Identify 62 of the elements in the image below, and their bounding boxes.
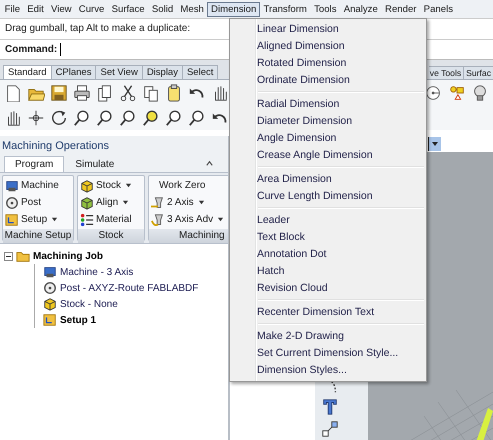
menu-item[interactable]: Solid [148,2,177,16]
menu-item[interactable]: Dimension [207,2,260,16]
menu-item[interactable]: Leader [230,212,426,229]
command-field[interactable]: Command: [0,40,227,59]
menu-item[interactable]: Linear Dimension [230,21,426,38]
toolbar-tab[interactable]: Select [182,65,218,79]
group-label: Machine Setup [3,229,73,243]
tree-item[interactable]: Post - AXYZ-Route FABLABDF [60,282,198,294]
ribbon-button[interactable]: Post [5,194,71,211]
tree-item[interactable]: Stock - None [60,298,118,310]
group-label: Stock [78,229,144,243]
menu-item[interactable]: Tools [310,2,340,16]
ribbon-button[interactable]: Machine [5,177,71,194]
tree-item[interactable]: Machine - 3 Axis [60,266,134,278]
menu-item[interactable]: Angle Dimension [230,130,426,147]
menu-item[interactable]: Hatch [230,263,426,280]
menu-item[interactable]: Set Current Dimension Style... [230,345,426,362]
toolbar-tab[interactable]: Surfac [463,66,493,79]
ribbon-button[interactable]: Align [80,194,142,211]
ribbon-button[interactable]: Setup [5,211,71,228]
menu-item[interactable]: Panels [420,2,457,16]
menu-item[interactable]: Annotation Dot [230,246,426,263]
menu-item[interactable]: Recenter Dimension Text [230,304,426,321]
panel-tab[interactable]: Simulate [64,156,126,172]
menu-item[interactable]: Aligned Dimension [230,38,426,55]
menu-item[interactable]: Curve Length Dimension [230,188,426,205]
panel-title: Machining Operations [1,139,110,154]
toolbar-tab[interactable]: Set View [95,65,143,79]
ribbon-button[interactable]: 3 Axis Adv [151,211,228,228]
menu-item[interactable]: File [1,2,24,16]
ribbon-button[interactable]: Work Zero [151,177,228,194]
menu-item[interactable]: Dimension Styles... [230,362,426,379]
panel-tab[interactable]: Program [4,156,64,172]
toolbar-tab[interactable]: Standard [3,65,52,79]
menu-item[interactable]: Transform [260,2,310,16]
menu-item[interactable]: Make 2-D Drawing [230,328,426,345]
command-prompt: Command: [5,44,58,55]
toolbar-tab[interactable]: Display [142,65,183,79]
menu-item[interactable]: Revision Cloud [230,280,426,297]
menu-item[interactable]: Render [381,2,420,16]
menu-item[interactable]: Edit [24,2,48,16]
menu-item[interactable]: Curve [75,2,108,16]
menu-item[interactable]: Crease Angle Dimension [230,147,426,164]
menu-item[interactable]: Mesh [176,2,208,16]
menu-item[interactable]: Radial Dimension [230,96,426,113]
menu-item[interactable]: Analyze [340,2,382,16]
menu-item[interactable]: Text Block [230,229,426,246]
tree-item[interactable]: Machining Job [33,250,103,262]
command-history: Drag gumball, tap Alt to make a duplicate: [5,23,190,34]
menu-item[interactable]: Rotated Dimension [230,55,426,72]
ribbon-button[interactable]: Stock [80,177,142,194]
ribbon-button[interactable]: 2 Axis [151,194,228,211]
menu-item[interactable]: Ordinate Dimension [230,72,426,89]
menu-item[interactable]: View [47,2,76,16]
toolbar-tab[interactable]: CPlanes [50,65,96,79]
ribbon-button[interactable]: Material [80,211,142,228]
tree-item[interactable]: Setup 1 [60,314,96,326]
menu-item[interactable]: Surface [108,2,148,16]
group-label: Machining [149,229,228,243]
toolbar-tab[interactable]: ve Tools [428,66,464,79]
menu-item[interactable]: Diameter Dimension [230,113,426,130]
menu-item[interactable]: Area Dimension [230,171,426,188]
